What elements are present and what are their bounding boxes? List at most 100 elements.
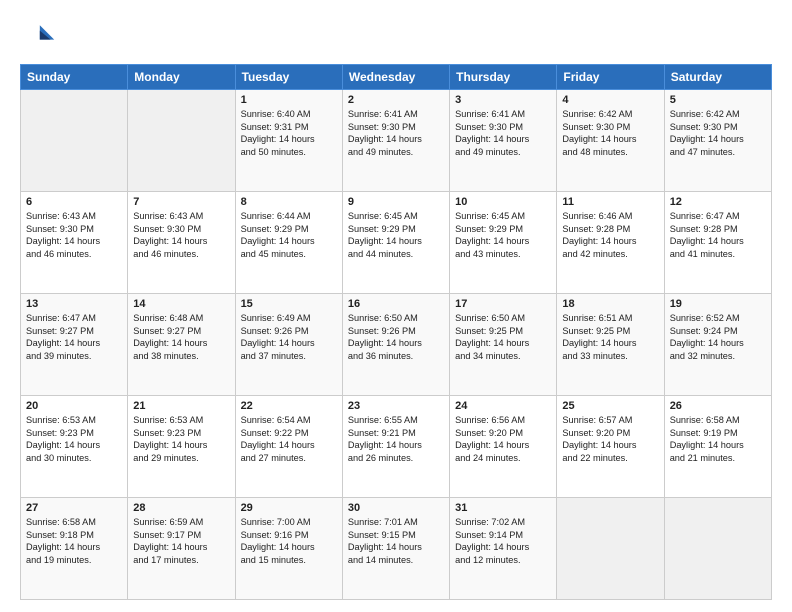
calendar-cell: 5 Sunrise: 6:42 AM Sunset: 9:30 PM Daylig…: [664, 90, 771, 192]
header: [20, 18, 772, 54]
week-row-4: 27Sunrise: 6:58 AM Sunset: 9:18 PM Dayli…: [21, 498, 772, 600]
day-number: 17: [455, 298, 551, 310]
calendar-cell: 12 Sunrise: 6:47 AM Sunset: 9:28 PM Dayli…: [664, 192, 771, 294]
day-info: Sunrise: 6:41 AM Sunset: 9:30 PM Dayligh…: [455, 108, 551, 159]
calendar-cell: [664, 498, 771, 600]
calendar-cell: 7 Sunrise: 6:43 AM Sunset: 9:30 PM Daylig…: [128, 192, 235, 294]
header-cell-saturday: Saturday: [664, 65, 771, 90]
calendar-cell: [21, 90, 128, 192]
day-info: Sunrise: 6:46 AM Sunset: 9:28 PM Dayligh…: [562, 210, 658, 261]
day-info: Sunrise: 6:41 AM Sunset: 9:30 PM Dayligh…: [348, 108, 444, 159]
day-number: 30: [348, 502, 444, 514]
day-number: 19: [670, 298, 766, 310]
header-cell-thursday: Thursday: [450, 65, 557, 90]
day-number: 24: [455, 400, 551, 412]
day-number: 4: [562, 94, 658, 106]
calendar-cell: 23 Sunrise: 6:55 AM Sunset: 9:21 PM Dayli…: [342, 396, 449, 498]
day-info: Sunrise: 6:45 AM Sunset: 9:29 PM Dayligh…: [455, 210, 551, 261]
calendar-cell: 15Sunrise: 6:49 AM Sunset: 9:26 PM Dayli…: [235, 294, 342, 396]
header-row: SundayMondayTuesdayWednesdayThursdayFrid…: [21, 65, 772, 90]
calendar-table: SundayMondayTuesdayWednesdayThursdayFrid…: [20, 64, 772, 600]
calendar-cell: [128, 90, 235, 192]
day-info: Sunrise: 6:53 AM Sunset: 9:23 PM Dayligh…: [26, 414, 122, 465]
day-info: Sunrise: 6:57 AM Sunset: 9:20 PM Dayligh…: [562, 414, 658, 465]
day-number: 27: [26, 502, 122, 514]
day-info: Sunrise: 6:53 AM Sunset: 9:23 PM Dayligh…: [133, 414, 229, 465]
header-cell-wednesday: Wednesday: [342, 65, 449, 90]
header-cell-monday: Monday: [128, 65, 235, 90]
calendar-body: 1 Sunrise: 6:40 AM Sunset: 9:31 PM Daylig…: [21, 90, 772, 600]
week-row-3: 20 Sunrise: 6:53 AM Sunset: 9:23 PM Dayli…: [21, 396, 772, 498]
day-info: Sunrise: 6:55 AM Sunset: 9:21 PM Dayligh…: [348, 414, 444, 465]
logo-icon: [20, 18, 56, 54]
day-number: 10: [455, 196, 551, 208]
day-number: 9: [348, 196, 444, 208]
day-info: Sunrise: 6:52 AM Sunset: 9:24 PM Dayligh…: [670, 312, 766, 363]
day-number: 7: [133, 196, 229, 208]
day-info: Sunrise: 7:02 AM Sunset: 9:14 PM Dayligh…: [455, 516, 551, 567]
calendar-cell: 24 Sunrise: 6:56 AM Sunset: 9:20 PM Dayli…: [450, 396, 557, 498]
calendar-cell: 31 Sunrise: 7:02 AM Sunset: 9:14 PM Dayli…: [450, 498, 557, 600]
day-info: Sunrise: 6:42 AM Sunset: 9:30 PM Dayligh…: [670, 108, 766, 159]
day-info: Sunrise: 6:50 AM Sunset: 9:26 PM Dayligh…: [348, 312, 444, 363]
calendar-cell: 19 Sunrise: 6:52 AM Sunset: 9:24 PM Dayli…: [664, 294, 771, 396]
calendar-cell: 10 Sunrise: 6:45 AM Sunset: 9:29 PM Dayli…: [450, 192, 557, 294]
day-info: Sunrise: 7:00 AM Sunset: 9:16 PM Dayligh…: [241, 516, 337, 567]
calendar-cell: 13 Sunrise: 6:47 AM Sunset: 9:27 PM Dayli…: [21, 294, 128, 396]
calendar-cell: 26 Sunrise: 6:58 AM Sunset: 9:19 PM Dayli…: [664, 396, 771, 498]
header-cell-tuesday: Tuesday: [235, 65, 342, 90]
calendar-cell: 27Sunrise: 6:58 AM Sunset: 9:18 PM Dayli…: [21, 498, 128, 600]
calendar-cell: 22 Sunrise: 6:54 AM Sunset: 9:22 PM Dayli…: [235, 396, 342, 498]
calendar-cell: 11 Sunrise: 6:46 AM Sunset: 9:28 PM Dayli…: [557, 192, 664, 294]
calendar-cell: 9Sunrise: 6:45 AM Sunset: 9:29 PM Daylig…: [342, 192, 449, 294]
day-number: 22: [241, 400, 337, 412]
day-number: 5: [670, 94, 766, 106]
calendar-cell: 3 Sunrise: 6:41 AM Sunset: 9:30 PM Daylig…: [450, 90, 557, 192]
calendar-cell: 8Sunrise: 6:44 AM Sunset: 9:29 PM Daylig…: [235, 192, 342, 294]
day-info: Sunrise: 7:01 AM Sunset: 9:15 PM Dayligh…: [348, 516, 444, 567]
calendar-cell: 20 Sunrise: 6:53 AM Sunset: 9:23 PM Dayli…: [21, 396, 128, 498]
header-cell-friday: Friday: [557, 65, 664, 90]
day-number: 1: [241, 94, 337, 106]
day-number: 23: [348, 400, 444, 412]
day-info: Sunrise: 6:40 AM Sunset: 9:31 PM Dayligh…: [241, 108, 337, 159]
calendar-cell: 21 Sunrise: 6:53 AM Sunset: 9:23 PM Dayli…: [128, 396, 235, 498]
day-number: 12: [670, 196, 766, 208]
day-number: 20: [26, 400, 122, 412]
logo: [20, 18, 60, 54]
day-number: 25: [562, 400, 658, 412]
day-number: 28: [133, 502, 229, 514]
day-number: 18: [562, 298, 658, 310]
day-number: 21: [133, 400, 229, 412]
calendar-cell: [557, 498, 664, 600]
day-number: 2: [348, 94, 444, 106]
day-info: Sunrise: 6:43 AM Sunset: 9:30 PM Dayligh…: [133, 210, 229, 261]
week-row-0: 1 Sunrise: 6:40 AM Sunset: 9:31 PM Daylig…: [21, 90, 772, 192]
calendar-cell: 14Sunrise: 6:48 AM Sunset: 9:27 PM Dayli…: [128, 294, 235, 396]
day-number: 14: [133, 298, 229, 310]
day-number: 11: [562, 196, 658, 208]
calendar-cell: 1 Sunrise: 6:40 AM Sunset: 9:31 PM Daylig…: [235, 90, 342, 192]
day-number: 29: [241, 502, 337, 514]
day-number: 26: [670, 400, 766, 412]
day-info: Sunrise: 6:47 AM Sunset: 9:27 PM Dayligh…: [26, 312, 122, 363]
calendar-cell: 30 Sunrise: 7:01 AM Sunset: 9:15 PM Dayli…: [342, 498, 449, 600]
day-info: Sunrise: 6:58 AM Sunset: 9:19 PM Dayligh…: [670, 414, 766, 465]
day-number: 13: [26, 298, 122, 310]
calendar-cell: 4 Sunrise: 6:42 AM Sunset: 9:30 PM Daylig…: [557, 90, 664, 192]
day-info: Sunrise: 6:42 AM Sunset: 9:30 PM Dayligh…: [562, 108, 658, 159]
calendar-cell: 29 Sunrise: 7:00 AM Sunset: 9:16 PM Dayli…: [235, 498, 342, 600]
calendar-cell: 16 Sunrise: 6:50 AM Sunset: 9:26 PM Dayli…: [342, 294, 449, 396]
calendar-cell: 18Sunrise: 6:51 AM Sunset: 9:25 PM Dayli…: [557, 294, 664, 396]
calendar-header: SundayMondayTuesdayWednesdayThursdayFrid…: [21, 65, 772, 90]
day-info: Sunrise: 6:47 AM Sunset: 9:28 PM Dayligh…: [670, 210, 766, 261]
day-info: Sunrise: 6:49 AM Sunset: 9:26 PM Dayligh…: [241, 312, 337, 363]
day-info: Sunrise: 6:50 AM Sunset: 9:25 PM Dayligh…: [455, 312, 551, 363]
day-info: Sunrise: 6:56 AM Sunset: 9:20 PM Dayligh…: [455, 414, 551, 465]
day-number: 16: [348, 298, 444, 310]
calendar-cell: 6Sunrise: 6:43 AM Sunset: 9:30 PM Daylig…: [21, 192, 128, 294]
day-number: 3: [455, 94, 551, 106]
day-number: 31: [455, 502, 551, 514]
day-number: 6: [26, 196, 122, 208]
day-info: Sunrise: 6:54 AM Sunset: 9:22 PM Dayligh…: [241, 414, 337, 465]
